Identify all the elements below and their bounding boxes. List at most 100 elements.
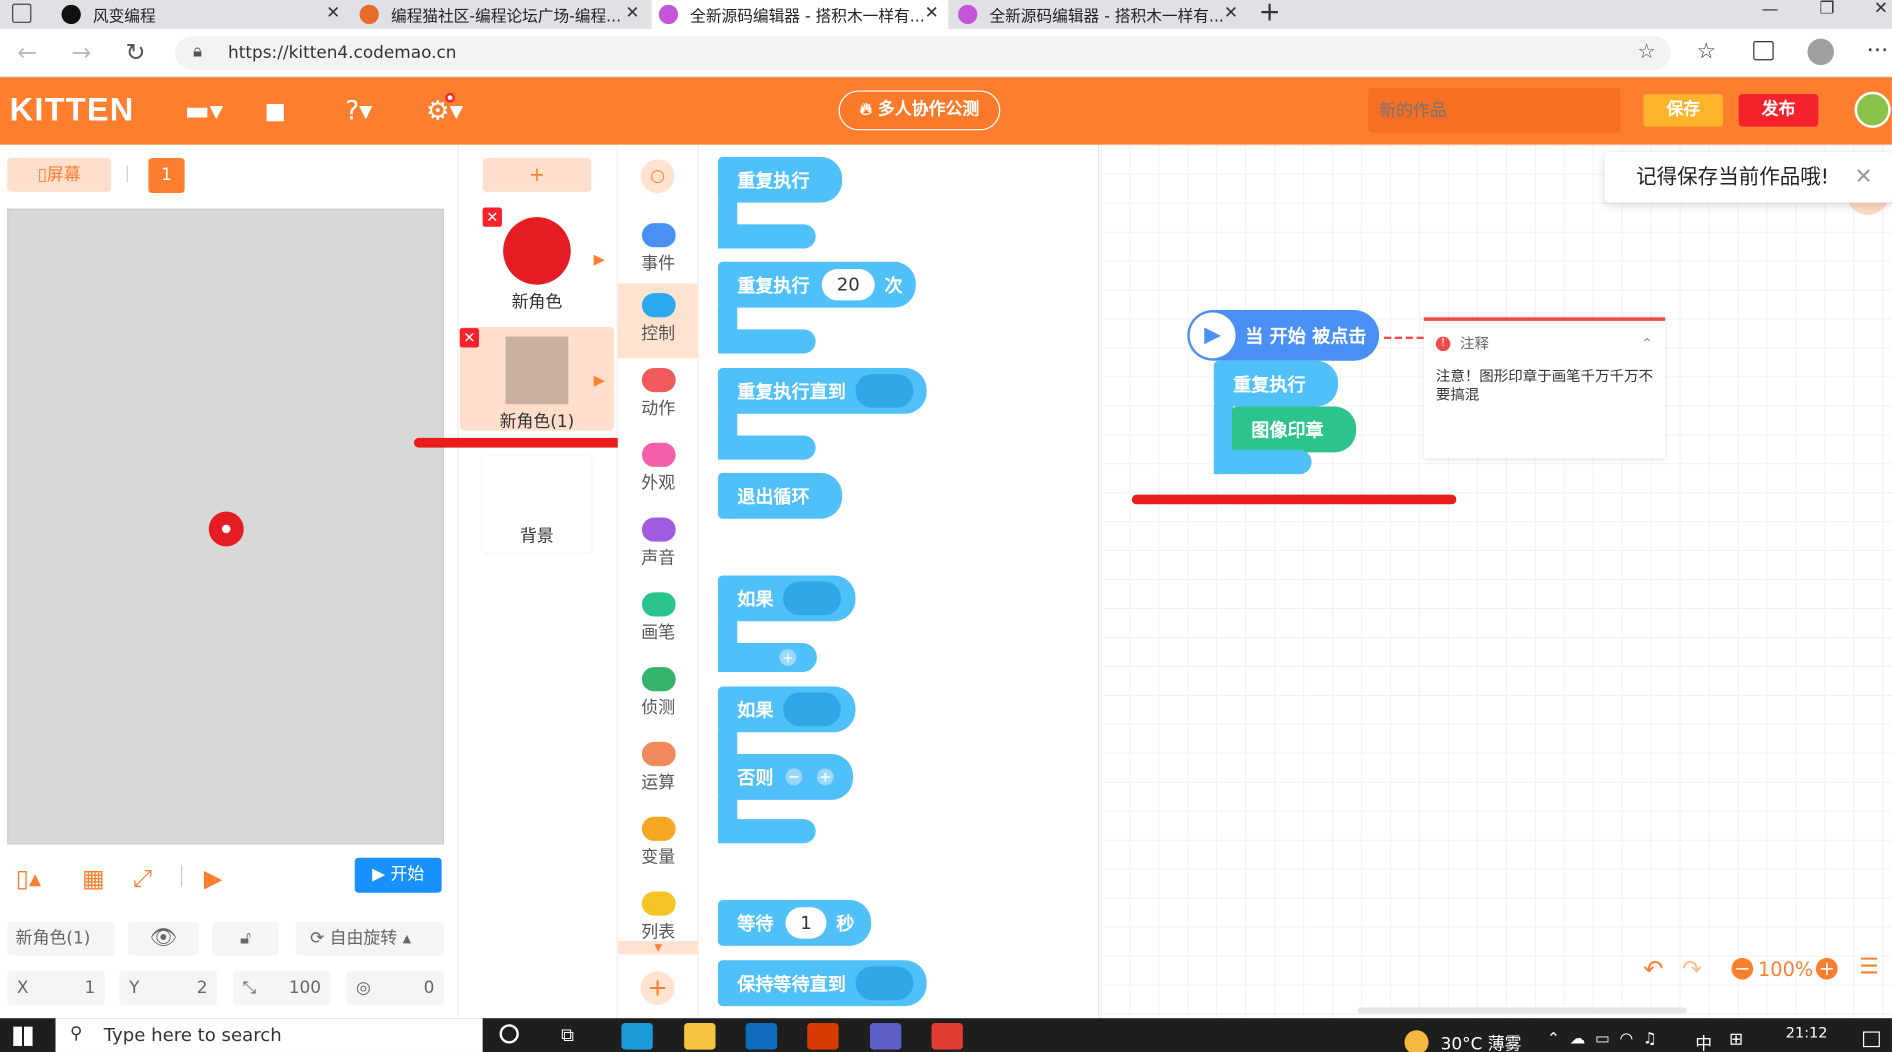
category-1[interactable]: 控制 <box>617 283 699 359</box>
collapse-icon[interactable]: ⌃ <box>1641 335 1653 352</box>
system-tray-icons[interactable]: ⌃☁▭◠♫ <box>1547 1030 1667 1048</box>
screen-number[interactable]: 1 <box>148 158 185 194</box>
teams-icon[interactable] <box>869 1023 902 1050</box>
file-explorer-icon[interactable] <box>684 1023 716 1050</box>
block-exit-loop[interactable]: 退出循环 <box>717 472 843 519</box>
category-5[interactable]: 画笔 <box>618 583 699 658</box>
office-icon[interactable] <box>807 1023 839 1050</box>
block-wait-until[interactable]: 保持等待直到 <box>717 960 927 1007</box>
lock-icon[interactable]: 🔒︎ <box>193 42 202 61</box>
collab-button[interactable]: 🔥︎ 多人协作公测 <box>838 90 1001 131</box>
tab-actions-icon[interactable] <box>12 3 32 23</box>
back-icon[interactable]: ← <box>17 37 37 66</box>
angle-field[interactable]: ◎ 0 <box>346 971 445 1005</box>
url-field[interactable]: https://kitten4.codemao.cn <box>174 36 1672 70</box>
close-icon[interactable]: ✕ <box>1224 4 1238 23</box>
remove-branch-icon[interactable]: − <box>785 768 803 786</box>
expand-arrow-icon[interactable]: ▶ <box>594 372 605 389</box>
fullscreen-icon[interactable]: ⤢ <box>133 864 152 893</box>
window-close-icon[interactable]: ✕ <box>1874 0 1888 18</box>
category-0[interactable]: 事件 <box>618 214 699 289</box>
backpack-icon[interactable]: ◼︎ <box>264 97 286 127</box>
x-field[interactable]: X1 <box>7 971 105 1005</box>
add-sprite-button[interactable]: + <box>482 158 592 192</box>
maximize-icon[interactable]: ❐ <box>1820 0 1835 18</box>
block-wait[interactable]: 等待 1 秒 <box>717 899 872 946</box>
refresh-icon[interactable]: ↻ <box>125 37 145 66</box>
browser-tab-1[interactable]: 风变编程 ✕ <box>54 0 350 29</box>
horizontal-scrollbar[interactable] <box>1357 1007 1687 1014</box>
zoom-out-button[interactable]: − <box>1731 958 1754 980</box>
forward-icon[interactable]: → <box>71 37 91 66</box>
condition-slot[interactable] <box>783 692 842 727</box>
condition-slot[interactable] <box>855 373 914 408</box>
browser-tab-2[interactable]: 编程猫社区-编程论坛广场-编程... ✕ <box>352 0 649 29</box>
help-icon[interactable]: ?▾ <box>345 97 372 127</box>
outlook-icon[interactable] <box>745 1023 778 1050</box>
category-8[interactable]: 变量 <box>618 807 699 882</box>
rotation-mode-select[interactable]: ⟳ 自由旋转 ▴ <box>295 921 445 956</box>
notifications-icon[interactable] <box>1862 1031 1880 1048</box>
favorites-icon[interactable]: ☆ <box>1696 39 1715 64</box>
undo-icon[interactable]: ↶ <box>1643 954 1663 983</box>
clock[interactable]: 21:12 <box>1786 1024 1828 1041</box>
block-if[interactable]: 如果 <box>717 575 856 622</box>
block-repeat-forever[interactable]: 重复执行 <box>717 156 843 203</box>
project-title-input[interactable] <box>1368 88 1621 133</box>
category-4[interactable]: 声音 <box>618 508 699 583</box>
delete-sprite-icon[interactable]: ✕ <box>459 328 480 348</box>
folder-icon[interactable]: ▬▾ <box>185 97 223 127</box>
y-field[interactable]: Y2 <box>119 971 218 1005</box>
add-extension-button[interactable]: + <box>640 971 675 1005</box>
condition-slot[interactable] <box>783 581 842 616</box>
browser-tab-3[interactable]: 全新源码编辑器 - 搭积木一样有... ✕ <box>651 0 949 29</box>
publish-button[interactable]: 发布 <box>1738 94 1819 127</box>
close-icon[interactable]: ✕ <box>1855 164 1873 189</box>
save-button[interactable]: 保存 <box>1643 94 1724 127</box>
minimize-icon[interactable]: — <box>1762 0 1779 19</box>
delete-sprite-icon[interactable]: ✕ <box>482 207 502 227</box>
category-6[interactable]: 侦测 <box>618 657 699 732</box>
category-7[interactable]: 运算 <box>618 732 699 807</box>
comment-note[interactable]: ! 注释 ⌃ 注意！图形印章于画笔千万千万不要搞混 <box>1423 317 1666 459</box>
script-canvas[interactable] <box>1100 144 1892 1019</box>
category-3[interactable]: 外观 <box>618 433 699 508</box>
script-block-stamp[interactable]: 图像印章 <box>1231 406 1357 453</box>
add-branch-icon[interactable]: + <box>816 768 834 786</box>
note-text[interactable]: 注意！图形印章于画笔千万千万不要搞混 <box>1424 353 1665 418</box>
ime-indicator[interactable]: 中 <box>1695 1031 1712 1052</box>
sprite-name-field[interactable]: 新角色(1) <box>7 921 115 956</box>
weather-text[interactable]: 30°C 薄雾 <box>1441 1031 1522 1052</box>
browser-tab-4[interactable]: 全新源码编辑器 - 搭积木一样有... ✕ <box>951 0 1248 29</box>
more-icon[interactable]: ⋯ <box>1867 37 1889 62</box>
close-icon[interactable]: ✕ <box>625 4 639 23</box>
screen-button[interactable]: ▯屏幕 <box>7 158 112 192</box>
size-field[interactable]: ⤡ 100 <box>232 971 331 1005</box>
align-blocks-icon[interactable]: ☰ <box>1859 954 1878 979</box>
collections-icon[interactable] <box>1753 41 1774 61</box>
weather-icon[interactable] <box>1404 1030 1429 1052</box>
scroll-down-icon[interactable]: ▼ <box>617 940 699 955</box>
task-view-icon[interactable]: ⧉ <box>561 1024 574 1046</box>
cortana-icon[interactable] <box>499 1024 519 1044</box>
taskbar-search[interactable]: Type here to search <box>55 1018 483 1052</box>
category-2[interactable]: 动作 <box>618 358 699 433</box>
start-button[interactable]: ▶ 开始 <box>354 857 442 893</box>
edge-icon[interactable] <box>621 1023 653 1050</box>
block-repeat[interactable]: 重复执行 20 次 <box>717 261 916 308</box>
repeat-count-input[interactable]: 20 <box>821 269 875 301</box>
visibility-icon[interactable]: 👁︎ <box>127 921 200 956</box>
wait-seconds-input[interactable]: 1 <box>785 907 827 939</box>
sprite-card-2[interactable]: 新角色(1) <box>459 326 615 432</box>
settings-icon[interactable]: ⚙▾ <box>426 97 463 127</box>
unlock-icon[interactable]: 🔓︎ <box>212 921 279 956</box>
background-card[interactable]: 背景 <box>482 456 592 553</box>
block-if-else[interactable]: 如果 <box>717 686 856 733</box>
expand-arrow-icon[interactable]: ▶ <box>594 251 605 268</box>
new-tab-icon[interactable]: + <box>1258 0 1280 28</box>
profile-icon[interactable] <box>1807 38 1835 66</box>
search-blocks-icon[interactable]: ○ <box>640 159 675 194</box>
script-block-repeat[interactable]: 重复执行 <box>1213 360 1339 407</box>
sprite-on-stage[interactable] <box>208 511 244 547</box>
condition-slot[interactable] <box>855 966 914 1001</box>
